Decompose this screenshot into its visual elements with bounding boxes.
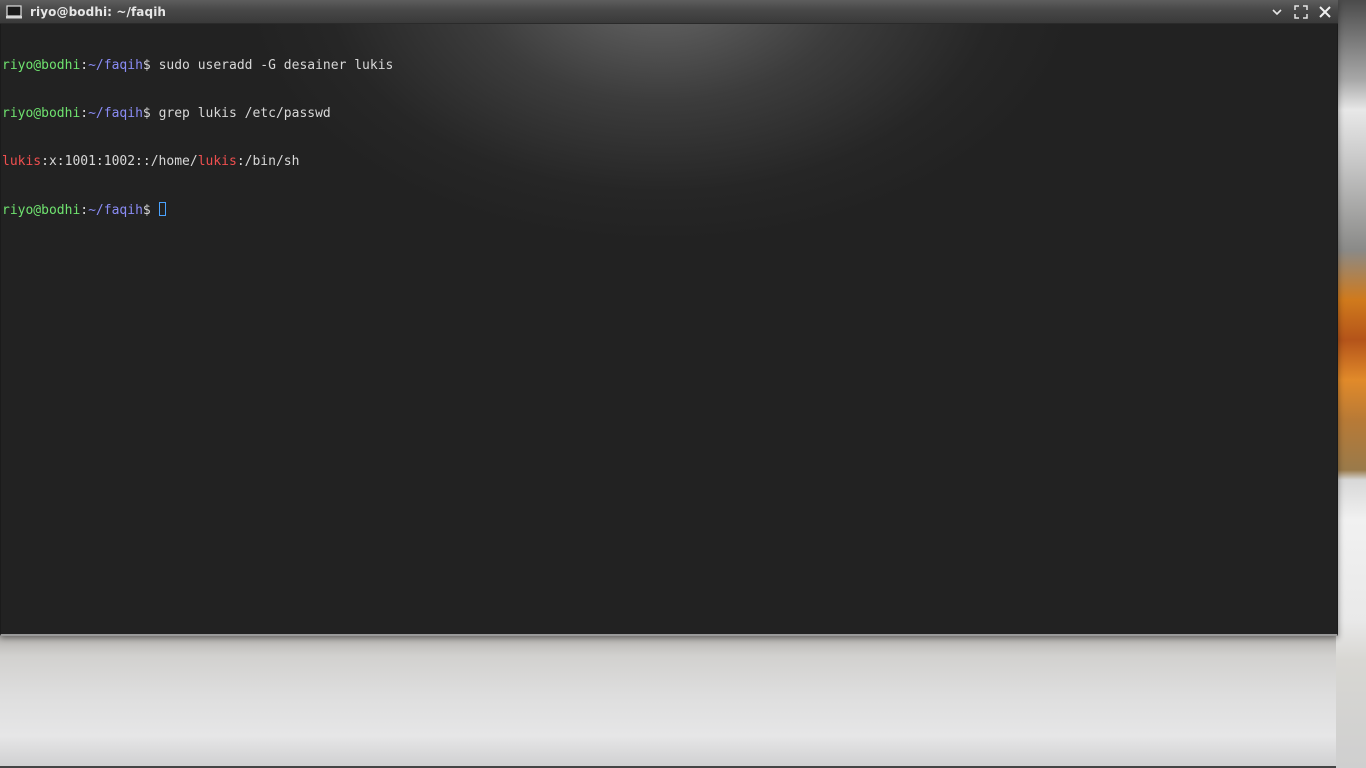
- output-segment: lukis: [2, 154, 42, 169]
- prompt-user-host: riyo@bodhi: [2, 106, 81, 121]
- prompt-dollar: $: [142, 203, 159, 218]
- window-title: riyo@bodhi: ~/faqih: [30, 4, 167, 19]
- window-controls: [1268, 0, 1334, 23]
- command-text: grep lukis /etc/passwd: [158, 106, 331, 121]
- prompt-path: ~/faqih: [88, 58, 143, 73]
- terminal-cursor[interactable]: [158, 202, 166, 216]
- desktop-wallpaper-bottom: [0, 636, 1366, 768]
- terminal-icon: [6, 4, 22, 19]
- prompt-colon: :: [80, 106, 89, 121]
- command-text: sudo useradd -G desainer lukis: [158, 58, 394, 73]
- terminal-line-2: riyo@bodhi:~/faqih$ grep lukis /etc/pass…: [2, 106, 393, 122]
- maximize-icon[interactable]: [1292, 3, 1310, 21]
- prompt-user-host: riyo@bodhi: [2, 58, 81, 73]
- prompt-colon: :: [80, 203, 89, 218]
- terminal-line-4: riyo@bodhi:~/faqih$: [2, 202, 393, 218]
- terminal-output-area[interactable]: riyo@bodhi:~/faqih$ sudo useradd -G desa…: [0, 24, 1338, 636]
- output-segment: lukis: [197, 154, 237, 169]
- terminal-text: riyo@bodhi:~/faqih$ sudo useradd -G desa…: [2, 26, 393, 250]
- terminal-line-1: riyo@bodhi:~/faqih$ sudo useradd -G desa…: [2, 58, 393, 74]
- minimize-chevron-icon[interactable]: [1268, 3, 1286, 21]
- close-icon[interactable]: [1316, 3, 1334, 21]
- window-titlebar[interactable]: riyo@bodhi: ~/faqih: [0, 0, 1338, 24]
- terminal-window[interactable]: riyo@bodhi: ~/faqih riyo@bodhi:~/faqih$ …: [0, 0, 1338, 636]
- output-segment: :/bin/sh: [236, 154, 300, 169]
- terminal-line-3: lukis:x:1001:1002::/home/lukis:/bin/sh: [2, 154, 393, 170]
- desktop-wallpaper-right: [1336, 0, 1366, 768]
- prompt-path: ~/faqih: [88, 106, 143, 121]
- prompt-path: ~/faqih: [88, 203, 143, 218]
- prompt-user-host: riyo@bodhi: [2, 203, 81, 218]
- prompt-colon: :: [80, 58, 89, 73]
- prompt-dollar: $: [142, 58, 159, 73]
- prompt-dollar: $: [142, 106, 159, 121]
- output-segment: :x:1001:1002::/home/: [41, 154, 198, 169]
